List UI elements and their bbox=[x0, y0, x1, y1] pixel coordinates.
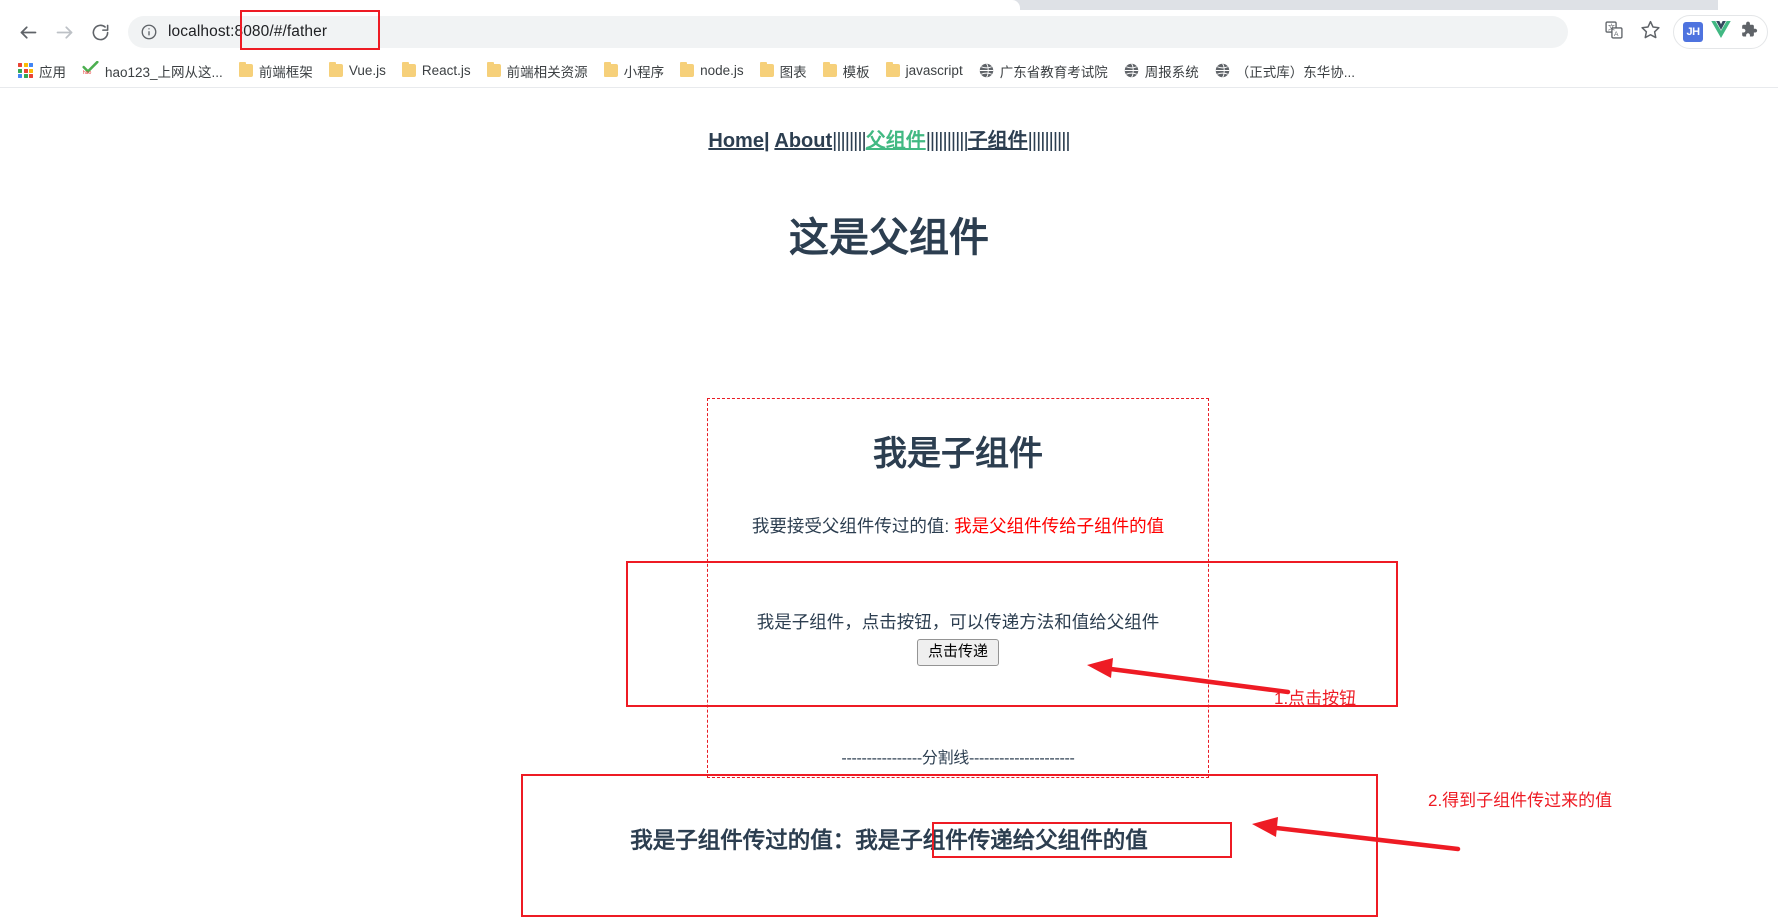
forward-arrow-icon bbox=[54, 22, 75, 43]
bookmark-label: Vue.js bbox=[348, 63, 386, 78]
globe-icon bbox=[1215, 63, 1230, 78]
browser-chrome: localhost:8080/#/father 文 A JH 应用 hao ha… bbox=[0, 0, 1778, 88]
nav-separator: | bbox=[763, 130, 770, 152]
folder-icon bbox=[680, 62, 695, 77]
bookmark-label: javascript bbox=[905, 63, 963, 78]
bookmark-label: 前端框架 bbox=[258, 64, 313, 80]
folder-icon bbox=[238, 62, 253, 77]
nav-pipes-2: |||||||||| bbox=[925, 130, 969, 152]
bookmark-item-gd-exam[interactable]: 广东省教育考试院 bbox=[971, 58, 1116, 84]
bookmark-item-donghua[interactable]: （正式库）东华协... bbox=[1207, 58, 1363, 84]
bookmarks-bar: 应用 hao hao123_上网从这... 前端框架 Vue.js React.… bbox=[0, 54, 1778, 88]
folder-icon bbox=[328, 62, 343, 77]
back-arrow-icon bbox=[18, 22, 39, 43]
folder-icon bbox=[486, 62, 501, 77]
father-result-label: 我是子组件传过的值： bbox=[630, 828, 856, 853]
apps-grid-icon bbox=[18, 63, 33, 78]
bookmark-label: 应用 bbox=[39, 64, 66, 80]
bookmark-label: 图表 bbox=[779, 64, 807, 80]
bookmark-label: React.js bbox=[421, 63, 471, 78]
extensions-puzzle-button[interactable] bbox=[1739, 20, 1758, 44]
translate-button[interactable]: 文 A bbox=[1597, 15, 1631, 49]
child-prop-label: 我要接受父组件传过的值: bbox=[751, 516, 950, 536]
folder-icon bbox=[822, 62, 837, 77]
folder-icon bbox=[603, 62, 618, 77]
child-prop-value: 我是父组件传给子组件的值 bbox=[954, 516, 1165, 536]
father-result-value: 我是子组件传递给父组件的值 bbox=[855, 828, 1148, 853]
bookmark-label: 广东省教育考试院 bbox=[999, 64, 1108, 80]
svg-text:A: A bbox=[1614, 30, 1619, 37]
bookmark-label: node.js bbox=[700, 63, 744, 78]
bookmark-label: 前端相关资源 bbox=[506, 64, 588, 80]
folder-icon bbox=[401, 62, 416, 77]
bookmark-item-vuejs[interactable]: Vue.js bbox=[321, 58, 394, 84]
extensions-pill: JH bbox=[1673, 15, 1768, 49]
folder-icon bbox=[885, 62, 900, 77]
annotation-label-1: 1.点击按钮 bbox=[1274, 689, 1357, 708]
divider-text: ----------------分割线--------------------- bbox=[841, 750, 1075, 767]
bookmark-item-miniprogram[interactable]: 小程序 bbox=[596, 58, 673, 84]
bookmark-item-weekly-report[interactable]: 周报系统 bbox=[1116, 58, 1207, 84]
url-text: localhost:8080/#/father bbox=[168, 23, 328, 40]
bookmark-button[interactable] bbox=[1633, 15, 1667, 49]
page-viewport: Home| About||||||||父组件||||||||||子组件|||||… bbox=[0, 88, 1778, 920]
address-bar[interactable]: localhost:8080/#/father bbox=[128, 10, 1568, 50]
forward-button[interactable] bbox=[46, 14, 82, 50]
info-circle-icon[interactable] bbox=[140, 23, 158, 41]
nav-link-about[interactable]: About bbox=[774, 130, 832, 152]
nav-link-father[interactable]: 父组件 bbox=[866, 130, 926, 152]
active-tab[interactable] bbox=[0, 0, 1020, 10]
child-prop-row: 我要接受父组件传过的值: 我是父组件传给子组件的值 bbox=[708, 513, 1208, 538]
bookmark-label: hao123_上网从这... bbox=[105, 64, 223, 80]
bookmark-item-reactjs[interactable]: React.js bbox=[394, 58, 479, 84]
reload-button[interactable] bbox=[82, 14, 118, 50]
father-received-value-row: 我是子组件传过的值：我是子组件传递给父组件的值 bbox=[0, 823, 1778, 855]
bookmark-label: 周报系统 bbox=[1144, 64, 1199, 80]
translate-icon: 文 A bbox=[1604, 20, 1624, 45]
bookmark-item-templates[interactable]: 模板 bbox=[815, 58, 878, 84]
nav-pipes-1: |||||||| bbox=[832, 130, 867, 152]
globe-icon bbox=[979, 63, 994, 78]
tab-strip bbox=[0, 0, 1778, 10]
app-router-nav: Home| About||||||||父组件||||||||||子组件|||||… bbox=[0, 88, 1778, 153]
bookmark-item-frontend-frameworks[interactable]: 前端框架 bbox=[231, 58, 321, 84]
browser-toolbar: localhost:8080/#/father 文 A JH bbox=[0, 10, 1778, 54]
child-component-title: 我是子组件 bbox=[873, 435, 1043, 473]
nav-link-home[interactable]: Home bbox=[708, 130, 764, 152]
vue-devtools-extension-button[interactable] bbox=[1711, 21, 1731, 43]
bookmark-label: 小程序 bbox=[623, 64, 665, 80]
bookmark-item-apps[interactable]: 应用 bbox=[10, 58, 74, 84]
annotation-label-2: 2.得到子组件传过来的值 bbox=[1428, 791, 1613, 810]
bookmark-item-charts[interactable]: 图表 bbox=[752, 58, 815, 84]
child-emit-description: 我是子组件，点击按钮，可以传递方法和值给父组件 bbox=[756, 612, 1160, 632]
hao123-icon: hao bbox=[82, 60, 99, 80]
globe-icon bbox=[1124, 63, 1139, 78]
bookmark-item-hao123[interactable]: hao hao123_上网从这... bbox=[74, 58, 231, 84]
bookmark-star-icon bbox=[1640, 19, 1661, 45]
bookmark-item-nodejs[interactable]: node.js bbox=[672, 58, 752, 84]
svg-text:hao: hao bbox=[83, 70, 92, 75]
jh-extension-button[interactable]: JH bbox=[1683, 22, 1703, 42]
emit-to-father-button[interactable]: 点击传递 bbox=[916, 639, 1000, 666]
bookmark-label: （正式库）东华协... bbox=[1235, 64, 1355, 80]
back-button[interactable] bbox=[10, 14, 46, 50]
nav-pipes-3: |||||||||| bbox=[1027, 130, 1071, 152]
bookmark-item-javascript[interactable]: javascript bbox=[878, 58, 971, 84]
reload-icon bbox=[91, 23, 110, 42]
father-page-title: 这是父组件 bbox=[789, 216, 989, 260]
child-component-container: 我是子组件 我要接受父组件传过的值: 我是父组件传给子组件的值 我是子组件，点击… bbox=[707, 398, 1209, 778]
toolbar-right-group: 文 A JH bbox=[1597, 15, 1768, 49]
folder-icon bbox=[759, 62, 774, 77]
bookmark-item-frontend-resources[interactable]: 前端相关资源 bbox=[479, 58, 596, 84]
tabstrip-right-edge bbox=[1718, 0, 1778, 10]
bookmark-label: 模板 bbox=[842, 64, 870, 80]
nav-link-child[interactable]: 子组件 bbox=[968, 130, 1028, 152]
